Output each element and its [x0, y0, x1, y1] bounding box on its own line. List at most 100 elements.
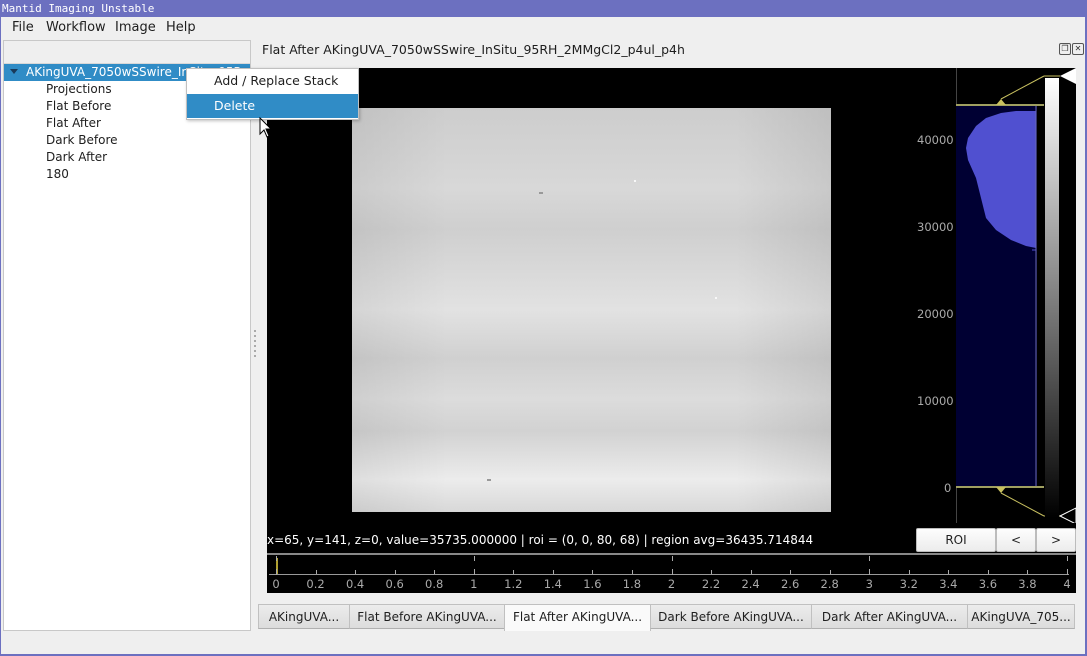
timeline-border	[267, 553, 1076, 555]
float-icon[interactable]: ❐	[1059, 43, 1071, 55]
timeline-tick-label: 1.2	[504, 577, 523, 591]
timeline-tick-top	[276, 556, 277, 561]
stack-tab[interactable]: Flat After AKingUVA...	[504, 604, 651, 631]
timeline-tick-label: 1.6	[583, 577, 602, 591]
window-title: Mantid Imaging Unstable	[0, 0, 1087, 17]
mouse-cursor-icon	[259, 117, 273, 138]
timeline-tick-label: 0.8	[425, 577, 444, 591]
timeline-tick	[1027, 570, 1029, 574]
level-max-marker[interactable]	[996, 99, 1006, 105]
timeline-tick	[315, 570, 317, 574]
timeline-tick	[711, 570, 713, 574]
timeline-tick	[948, 570, 950, 574]
timeline-tick	[869, 569, 871, 575]
image-defect	[539, 192, 543, 194]
timeline-tick-label: 3.8	[1018, 577, 1037, 591]
timeline-tick	[987, 570, 989, 574]
timeline-tick	[750, 570, 752, 574]
next-button[interactable]: >	[1036, 528, 1076, 552]
tree-item-projections[interactable]: Projections	[46, 81, 112, 98]
hist-label-0: 0	[944, 481, 952, 495]
timeline-tick-top	[671, 556, 673, 561]
timeline-tick	[908, 570, 910, 574]
hist-label-20000: 20000	[917, 307, 954, 321]
timeline-tick	[473, 569, 475, 575]
context-menu: Add / Replace Stack Delete	[186, 68, 359, 120]
stack-tab[interactable]: AKingUVA...	[258, 604, 350, 629]
image-viewer[interactable]: 40000 30000 20000 10000 0 x=65, y=141, z…	[267, 68, 1076, 593]
timeline[interactable]: 0 0.2 0.4 0.6 0.8 1 1.2 1.4 1.6 1.8 2 2.2 2.4 2.6 2.8 3…	[267, 553, 1076, 593]
timeline-axis	[269, 574, 1069, 575]
gradient-max-handle[interactable]	[1060, 68, 1076, 84]
timeline-tick	[276, 569, 277, 575]
menu-file[interactable]: File	[12, 17, 34, 39]
timeline-tick-label: 0	[272, 577, 280, 591]
timeline-tick-top	[1067, 556, 1068, 561]
timeline-tick	[355, 570, 357, 574]
hist-label-30000: 30000	[917, 220, 954, 234]
close-icon[interactable]: ✕	[1072, 43, 1084, 55]
image-display[interactable]	[352, 108, 831, 512]
tree-item-180[interactable]: 180	[46, 166, 69, 183]
roi-button[interactable]: ROI	[916, 528, 996, 552]
timeline-tick-top	[869, 556, 871, 561]
stack-tree: AKingUVA_7050wSSwire_InSitu_95RH_2MMgCl2…	[3, 40, 251, 631]
timeline-tick-top	[473, 556, 475, 561]
timeline-tick	[790, 570, 792, 574]
timeline-tick-label: 0.4	[345, 577, 365, 591]
timeline-tick	[671, 569, 673, 575]
splitter-handle[interactable]	[253, 327, 257, 357]
level-min-marker[interactable]	[996, 487, 1006, 493]
timeline-tick-label: 2.4	[741, 577, 760, 591]
menu-workflow[interactable]: Workflow	[46, 17, 106, 39]
timeline-tick-label: 3.2	[899, 577, 918, 591]
timeline-tick	[1067, 569, 1068, 575]
timeline-tick-label: 2.8	[820, 577, 839, 591]
menubar: File Workflow Image Help	[1, 17, 1085, 39]
menu-item-delete[interactable]: Delete	[187, 94, 358, 118]
gradient-min-handle[interactable]	[1058, 507, 1076, 523]
status-readout: x=65, y=141, z=0, value=35735.000000 | r…	[267, 533, 814, 547]
prev-button[interactable]: <	[996, 528, 1036, 552]
menu-help[interactable]: Help	[166, 17, 196, 39]
histogram-svg	[956, 68, 1076, 523]
stack-tab[interactable]: AKingUVA_705...	[967, 604, 1075, 629]
timeline-tick-label: 2.2	[701, 577, 721, 591]
stack-tab[interactable]: Dark After AKingUVA...	[811, 604, 968, 629]
timeline-tick-label: 3.4	[939, 577, 958, 591]
hist-label-40000: 40000	[917, 133, 954, 147]
tree-item-flat-before[interactable]: Flat Before	[46, 98, 111, 115]
level-min-link	[1000, 492, 1045, 517]
main-window: File Workflow Image Help AKingUVA_7050wS…	[1, 17, 1085, 654]
timeline-tick	[394, 570, 396, 574]
tree-header	[4, 41, 250, 64]
timeline-tick	[829, 570, 831, 574]
tree-item-dark-before[interactable]: Dark Before	[46, 132, 118, 149]
level-max-link	[1000, 75, 1045, 100]
timeline-tick	[434, 570, 436, 574]
stack-tab[interactable]: Flat Before AKingUVA...	[349, 604, 505, 629]
timeline-tick	[592, 570, 594, 574]
stack-tab[interactable]: Dark Before AKingUVA...	[650, 604, 812, 629]
timeline-tick-label: 4	[1063, 577, 1071, 591]
image-defect	[487, 479, 491, 481]
timeline-tick-label: 0.2	[306, 577, 325, 591]
timeline-tick-label: 2.6	[780, 577, 800, 591]
timeline-tick-label: 2	[667, 577, 676, 591]
tree-item-flat-after[interactable]: Flat After	[46, 115, 101, 132]
timeline-tick	[513, 570, 515, 574]
tree-item-dark-after[interactable]: Dark After	[46, 149, 107, 166]
timeline-tick-label: 3	[865, 577, 873, 591]
timeline-tick-label: 1	[470, 577, 478, 591]
hist-label-10000: 10000	[917, 394, 954, 408]
timeline-tick-label: 3.6	[978, 577, 998, 591]
timeline-tick	[631, 570, 633, 574]
timeline-tick-label: 0.6	[385, 577, 404, 591]
timeline-tick	[552, 570, 554, 574]
expand-arrow-icon[interactable]	[10, 69, 18, 74]
timeline-tick-label: 1.4	[543, 577, 562, 591]
histogram-lut[interactable]	[956, 68, 1076, 523]
menu-item-add-replace-stack[interactable]: Add / Replace Stack	[187, 69, 358, 93]
menu-image[interactable]: Image	[115, 17, 156, 39]
gradient-bar[interactable]	[1045, 78, 1059, 518]
